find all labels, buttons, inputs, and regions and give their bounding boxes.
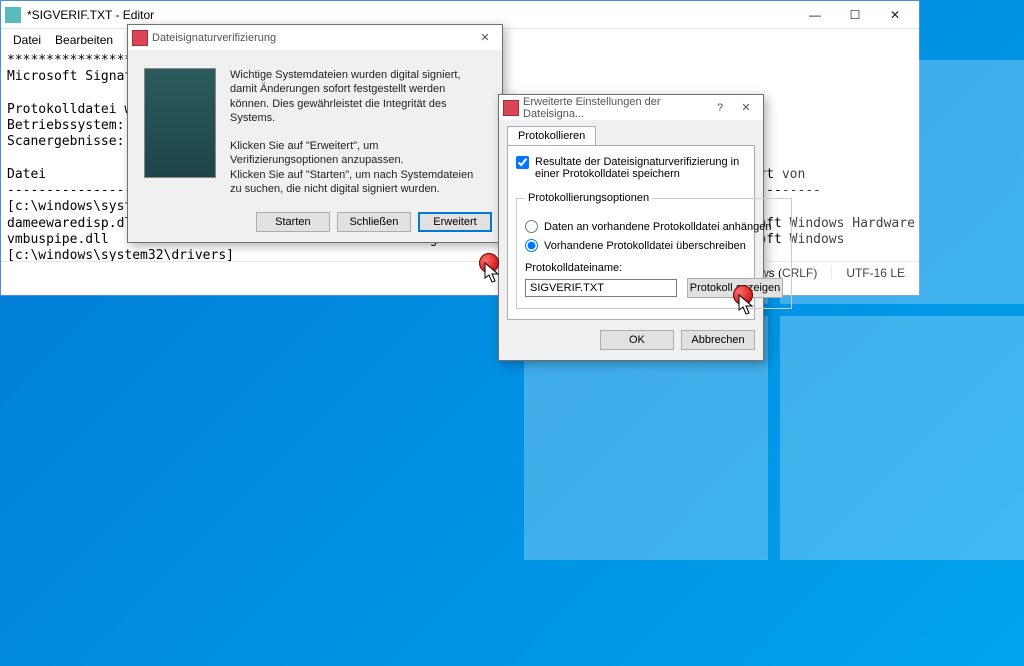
group-label: Protokollierungsoptionen: [525, 192, 652, 204]
append-radio[interactable]: [525, 220, 538, 233]
cursor-icon: [484, 262, 502, 287]
save-log-label: Resultate der Dateisignaturverifizierung…: [535, 156, 746, 180]
app-icon: [132, 30, 148, 46]
minimize-icon[interactable]: —: [795, 2, 835, 28]
sigverif-dialog: Dateisignaturverifizierung ✕ Wichtige Sy…: [127, 24, 503, 243]
window-title: *SIGVERIF.TXT - Editor: [27, 8, 795, 22]
window-title: Dateisignaturverifizierung: [152, 32, 472, 44]
app-icon: [503, 100, 519, 116]
cursor-icon: [738, 294, 756, 319]
filename-input[interactable]: [525, 279, 677, 297]
tab-logging[interactable]: Protokollieren: [507, 126, 596, 145]
maximize-icon[interactable]: ☐: [835, 2, 875, 28]
titlebar[interactable]: Erweiterte Einstellungen der Dateisigna.…: [499, 95, 763, 120]
menu-edit[interactable]: Bearbeiten: [49, 31, 119, 49]
close-button[interactable]: Schließen: [337, 212, 411, 232]
advanced-button[interactable]: Erweitert: [418, 212, 492, 232]
start-button[interactable]: Starten: [256, 212, 330, 232]
append-label: Daten an vorhandene Protokolldatei anhän…: [544, 221, 772, 233]
close-icon[interactable]: ✕: [472, 28, 498, 48]
advanced-settings-dialog: Erweiterte Einstellungen der Dateisigna.…: [498, 94, 764, 361]
titlebar[interactable]: Dateisignaturverifizierung ✕: [128, 25, 502, 50]
dialog-para2: Klicken Sie auf "Erweitert", um Verifizi…: [230, 139, 486, 196]
ok-button[interactable]: OK: [600, 330, 674, 350]
dialog-para1: Wichtige Systemdateien wurden digital si…: [230, 68, 486, 125]
overwrite-label: Vorhandene Protokolldatei überschreiben: [544, 240, 746, 252]
dialog-graphic: [144, 68, 216, 178]
notepad-icon: [5, 7, 21, 23]
save-log-checkbox[interactable]: [516, 156, 529, 169]
cancel-button[interactable]: Abbrechen: [681, 330, 755, 350]
close-icon[interactable]: ✕: [733, 98, 759, 118]
close-icon[interactable]: ✕: [875, 2, 915, 28]
overwrite-radio[interactable]: [525, 239, 538, 252]
menu-file[interactable]: Datei: [7, 31, 47, 49]
window-title: Erweiterte Einstellungen der Dateisigna.…: [523, 96, 707, 120]
help-icon[interactable]: ?: [707, 98, 733, 118]
filename-label: Protokolldateiname:: [525, 262, 783, 274]
